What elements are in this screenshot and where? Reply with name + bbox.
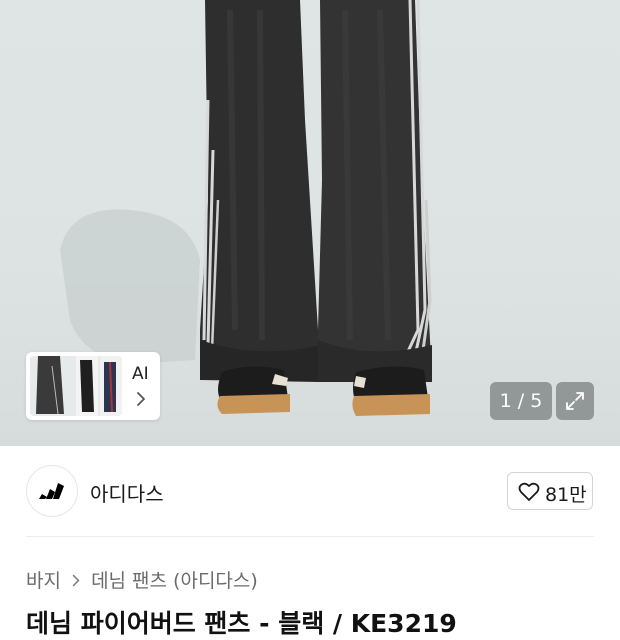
thumbnail-images: [30, 356, 122, 416]
thumbnail-image: [30, 356, 122, 416]
brand-logo[interactable]: [26, 465, 78, 517]
adidas-logo-icon: [39, 483, 64, 499]
chevron-right-icon: [72, 574, 80, 586]
product-title: 데님 파이어버드 팬츠 - 블랙 / KE3219: [26, 609, 457, 638]
divider: [26, 536, 594, 537]
product-image[interactable]: AI 1 / 5: [0, 0, 620, 446]
brand-name[interactable]: 아디다스: [90, 478, 164, 507]
like-button[interactable]: 81만: [507, 472, 593, 510]
heart-icon: [518, 482, 540, 501]
page-indicator: 1 / 5: [490, 382, 552, 420]
ai-label: AI: [132, 364, 149, 384]
ai-thumbnail-card[interactable]: AI: [26, 352, 160, 420]
expand-icon: [566, 392, 584, 410]
breadcrumb-item-denim[interactable]: 데님 팬츠 (아디다스): [91, 570, 258, 592]
brand-row: 아디다스 81만: [0, 446, 620, 538]
breadcrumb-item-pants[interactable]: 바지: [26, 570, 61, 592]
like-count: 81만: [545, 484, 587, 506]
breadcrumb: 바지 데님 팬츠 (아디다스): [26, 566, 258, 592]
breadcrumb-separator: [67, 569, 85, 591]
expand-button[interactable]: [556, 382, 594, 420]
chevron-right-icon: [137, 392, 145, 406]
